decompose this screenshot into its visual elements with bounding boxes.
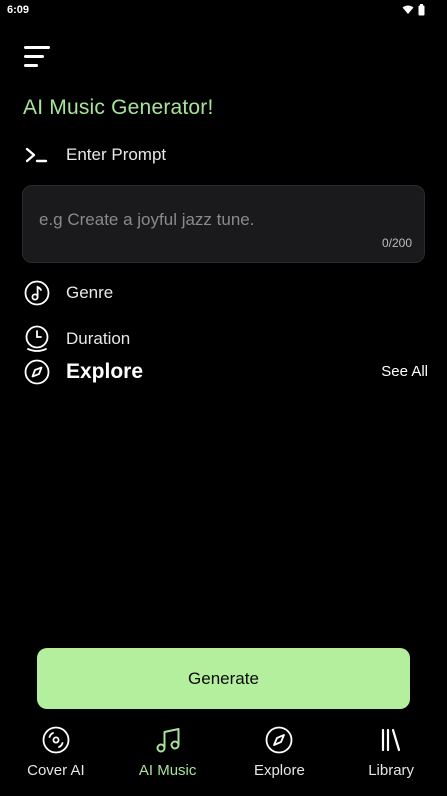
- clock-icon: [25, 325, 49, 352]
- nav-item-cover-ai[interactable]: Cover AI: [0, 720, 112, 796]
- wifi-icon: [402, 5, 414, 14]
- genre-selector[interactable]: Genre: [24, 280, 113, 306]
- genre-label: Genre: [66, 283, 114, 302]
- prompt-label-row: Enter Prompt: [24, 144, 166, 166]
- library-icon: [382, 728, 401, 752]
- menu-icon[interactable]: [24, 45, 52, 69]
- generate-button[interactable]: Generate: [37, 648, 410, 709]
- char-count: 0/200: [381, 236, 412, 250]
- prompt-input[interactable]: [39, 210, 399, 230]
- battery-icon: [418, 4, 425, 16]
- nav-label: Explore: [253, 762, 305, 779]
- nav-label: AI Music: [138, 762, 197, 779]
- status-icons: [402, 4, 425, 16]
- bottom-nav: Cover AI AI Music Explore Library: [0, 720, 447, 796]
- prompt-label: Enter Prompt: [66, 145, 167, 164]
- duration-selector[interactable]: Duration: [24, 325, 130, 353]
- page-title: AI Music Generator!: [23, 96, 214, 119]
- status-time: 6:09: [7, 4, 30, 16]
- nav-item-explore[interactable]: Explore: [224, 720, 336, 796]
- terminal-icon: [25, 147, 48, 163]
- music-note-circle-icon: [24, 280, 50, 306]
- explore-title: Explore: [66, 360, 144, 383]
- music-note-icon: [156, 728, 180, 753]
- compass-icon: [24, 359, 50, 385]
- duration-label: Duration: [66, 329, 131, 348]
- nav-label: Library: [368, 762, 415, 779]
- see-all-link[interactable]: See All: [381, 363, 428, 380]
- nav-item-library[interactable]: Library: [335, 720, 447, 796]
- compass-icon: [265, 726, 293, 754]
- disc-icon: [42, 726, 70, 754]
- prompt-field[interactable]: 0/200: [22, 185, 425, 263]
- status-bar: 6:09: [0, 0, 447, 22]
- nav-label: Cover AI: [27, 762, 85, 779]
- nav-item-ai-music[interactable]: AI Music: [112, 720, 224, 796]
- explore-header: Explore: [24, 359, 143, 385]
